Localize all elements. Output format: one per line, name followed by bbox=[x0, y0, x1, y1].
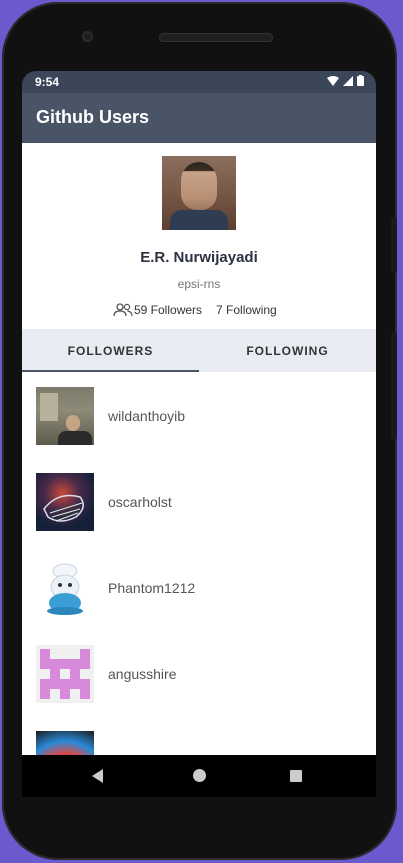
volume-button bbox=[391, 332, 397, 440]
list-item[interactable] bbox=[22, 716, 376, 755]
list-item[interactable]: Phantom1212 bbox=[22, 544, 376, 630]
battery-icon bbox=[357, 75, 364, 86]
list-item[interactable]: wildanthoyib bbox=[22, 372, 376, 458]
power-button bbox=[391, 217, 397, 273]
user-avatar bbox=[36, 645, 94, 703]
tab-following[interactable]: FOLLOWING bbox=[199, 329, 376, 372]
username: angusshire bbox=[108, 666, 177, 682]
list-item[interactable]: oscarholst bbox=[22, 458, 376, 544]
list-item[interactable]: angusshire bbox=[22, 630, 376, 716]
profile-name: E.R. Nurwijayadi bbox=[140, 249, 258, 266]
user-avatar bbox=[36, 731, 94, 755]
user-avatar bbox=[36, 473, 94, 531]
screen: 9:54 Github Users E.R. Nurwijayadi epsi-… bbox=[22, 71, 376, 797]
profile-avatar bbox=[162, 156, 236, 230]
status-bar: 9:54 bbox=[22, 71, 376, 93]
following-count: 7 Following bbox=[216, 303, 277, 317]
tab-followers[interactable]: FOLLOWERS bbox=[22, 329, 199, 372]
tab-bar: FOLLOWERS FOLLOWING bbox=[22, 329, 376, 372]
status-icons bbox=[327, 75, 364, 86]
app-title: Github Users bbox=[36, 107, 150, 127]
status-time: 9:54 bbox=[35, 75, 60, 89]
user-avatar bbox=[36, 559, 94, 617]
profile-stats: 59 Followers 7 Following bbox=[112, 303, 277, 317]
home-icon[interactable] bbox=[193, 769, 206, 782]
username: Phantom1212 bbox=[108, 580, 196, 596]
people-icon bbox=[113, 303, 133, 317]
back-icon[interactable] bbox=[92, 769, 103, 783]
signal-icon bbox=[343, 75, 353, 86]
user-detail-content: E.R. Nurwijayadi epsi-rns 59 Followers 7… bbox=[22, 143, 376, 755]
avatar-shirt bbox=[170, 210, 228, 230]
recents-icon[interactable] bbox=[290, 770, 302, 782]
avatar-face bbox=[181, 162, 217, 210]
front-camera bbox=[82, 31, 93, 42]
wifi-icon bbox=[327, 75, 339, 86]
earpiece-speaker bbox=[159, 33, 273, 42]
app-bar: Github Users bbox=[22, 93, 376, 143]
username: wildanthoyib bbox=[108, 408, 186, 424]
username: oscarholst bbox=[108, 494, 172, 510]
navigation-bar bbox=[22, 755, 376, 797]
user-avatar bbox=[36, 387, 94, 445]
profile-login: epsi-rns bbox=[177, 277, 221, 291]
followers-count: 59 Followers bbox=[134, 303, 203, 317]
